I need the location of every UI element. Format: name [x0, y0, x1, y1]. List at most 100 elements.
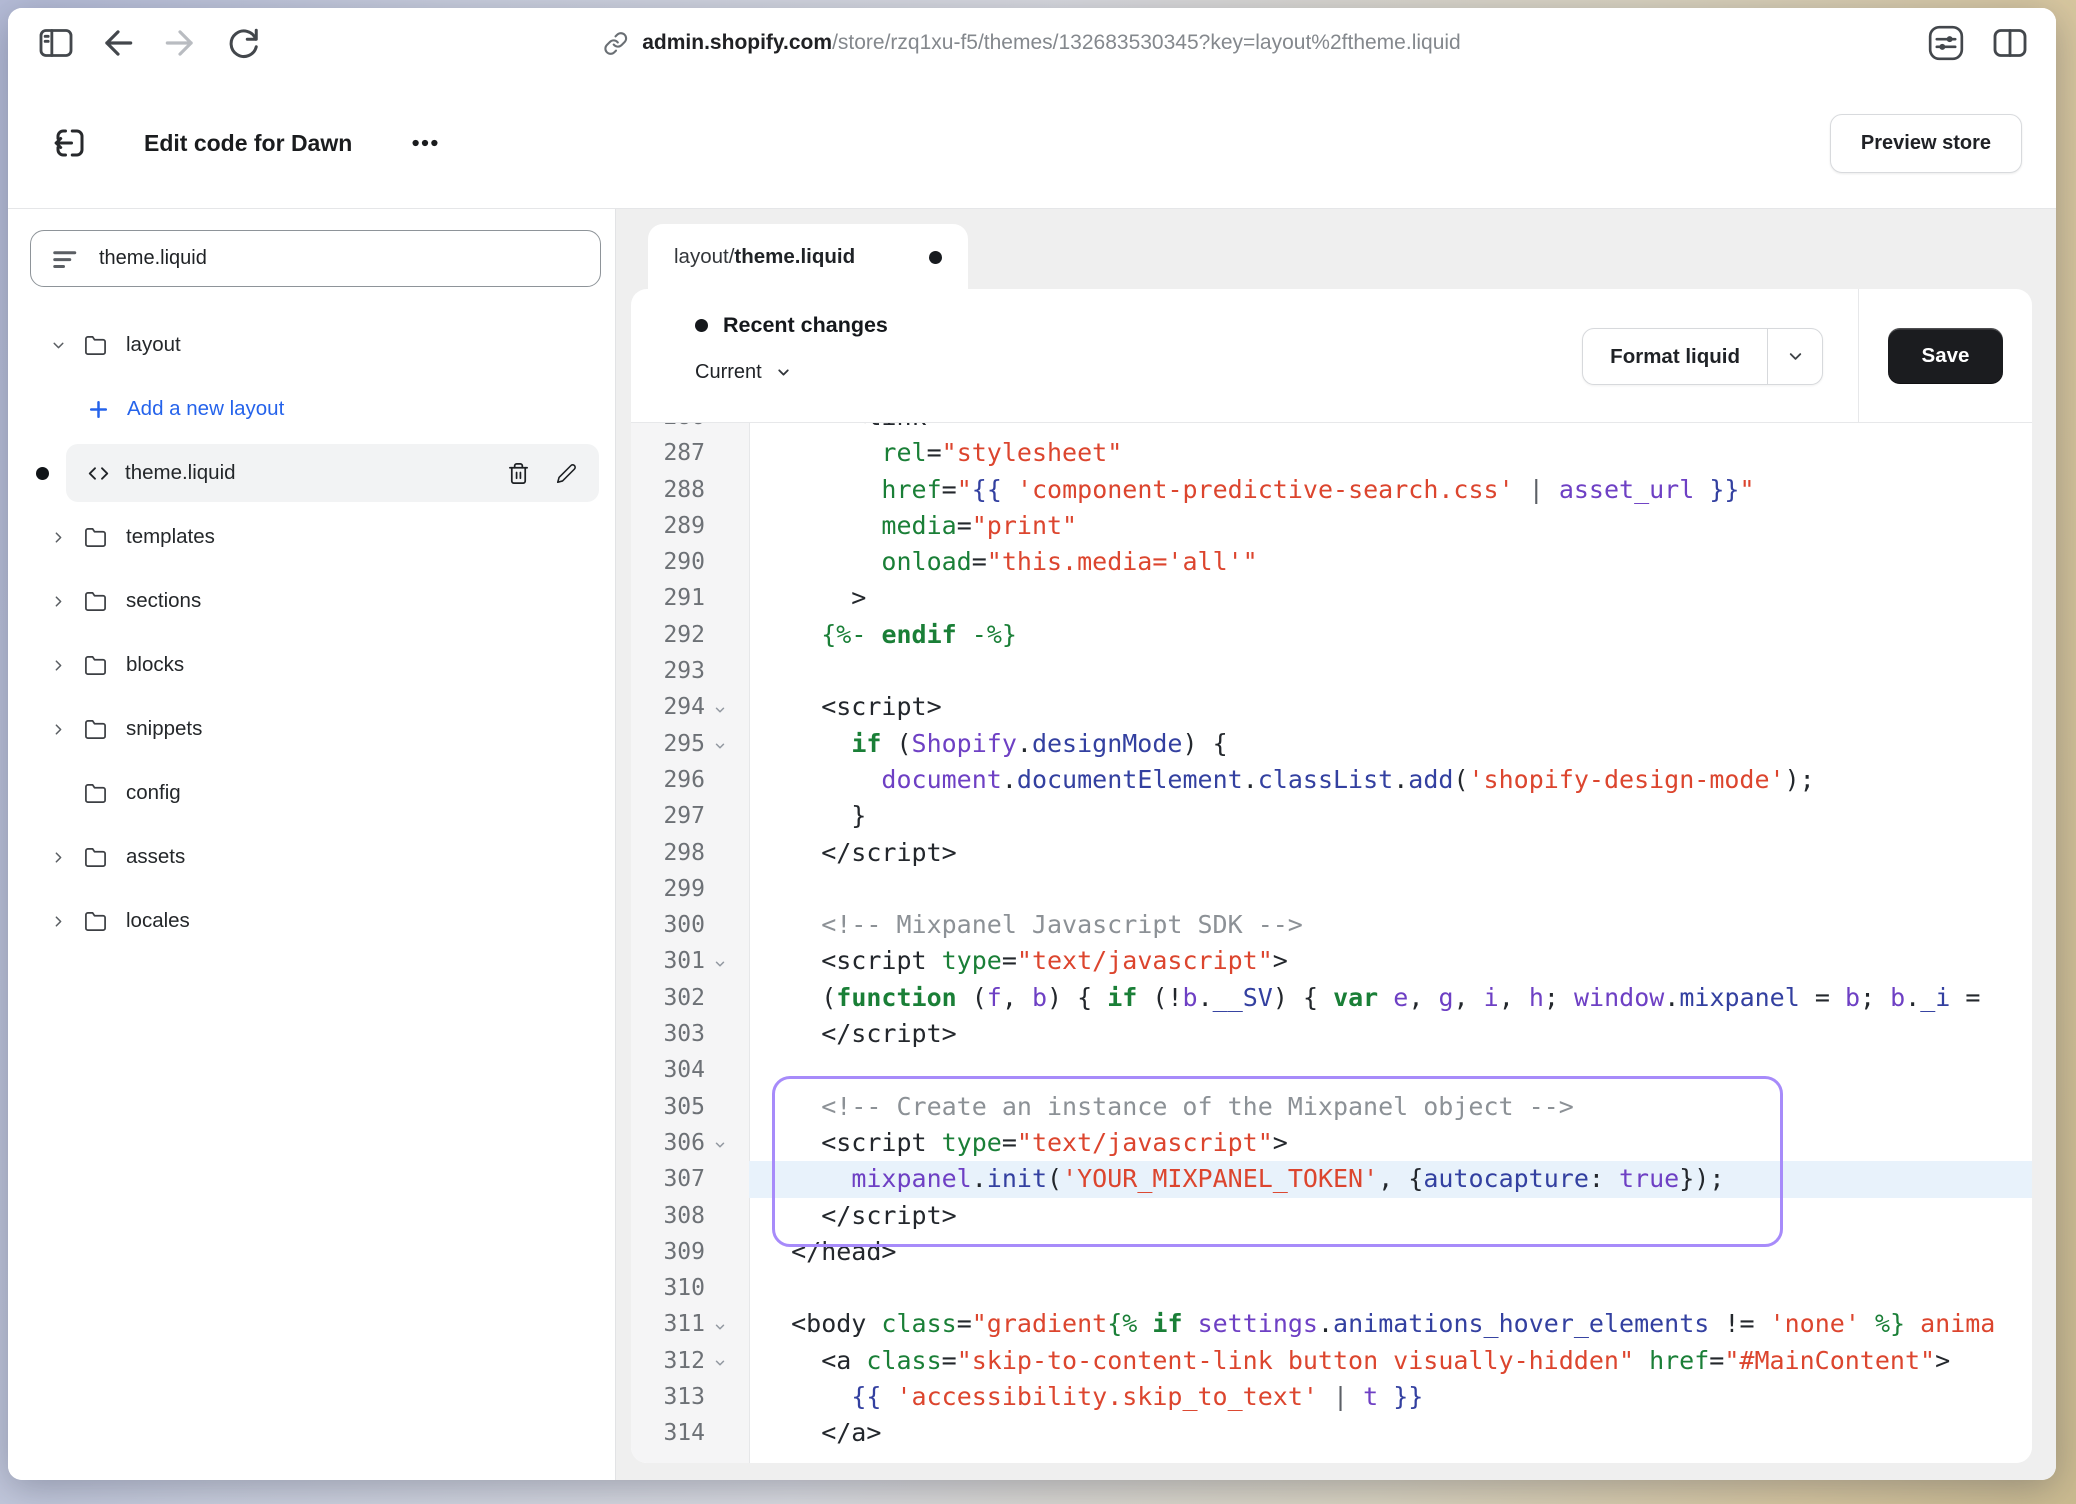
folder-icon	[84, 782, 126, 805]
file-search-box[interactable]	[30, 230, 601, 287]
code-text: <body class="gradient{% if settings.anim…	[749, 1306, 2032, 1342]
format-liquid-button[interactable]: Format liquid	[1582, 328, 1823, 385]
code-line-288[interactable]: 288 href="{{ 'component-predictive-searc…	[631, 472, 2032, 508]
code-line-308[interactable]: 308 </script>	[631, 1198, 2032, 1234]
code-line-302[interactable]: 302 (function (f, b) { if (!b.__SV) { va…	[631, 980, 2032, 1016]
code-line-301[interactable]: 301 <script type="text/javascript">	[631, 943, 2032, 979]
code-text: <script type="text/javascript">	[749, 1125, 2032, 1161]
format-options-chevron-icon[interactable]	[1768, 329, 1822, 384]
browser-settings-icon[interactable]	[1926, 23, 1966, 63]
browser-toolbar: admin.shopify.com/store/rzq1xu-f5/themes…	[8, 8, 2056, 78]
chevron-right-icon[interactable]	[38, 657, 84, 674]
tree-folder-templates[interactable]: templates	[8, 505, 615, 569]
code-editor[interactable]: 286 <link287 rel="stylesheet"288 href="{…	[631, 423, 2032, 1463]
tab-theme-liquid[interactable]: layout/theme.liquid	[648, 224, 968, 290]
code-text: </head>	[749, 1234, 2032, 1270]
code-text: (function (f, b) { if (!b.__SV) { var e,…	[749, 980, 2032, 1016]
code-line-310[interactable]: 310	[631, 1270, 2032, 1306]
code-line-311[interactable]: 311 <body class="gradient{% if settings.…	[631, 1306, 2032, 1342]
code-line-306[interactable]: 306 <script type="text/javascript">	[631, 1125, 2032, 1161]
code-text: </script>	[749, 1198, 2032, 1234]
code-line-299[interactable]: 299	[631, 871, 2032, 907]
code-line-307[interactable]: 307 mixpanel.init('YOUR_MIXPANEL_TOKEN',…	[631, 1161, 2032, 1197]
fold-spacer	[705, 1417, 749, 1453]
rename-file-icon[interactable]	[556, 463, 577, 484]
tree-folder-assets[interactable]: assets	[8, 825, 615, 889]
forward-icon[interactable]	[160, 23, 200, 63]
line-number: 292	[631, 617, 705, 653]
search-input[interactable]	[97, 246, 580, 271]
fold-spacer	[705, 1381, 749, 1417]
code-text: mixpanel.init('YOUR_MIXPANEL_TOKEN', {au…	[749, 1161, 2032, 1197]
code-line-312[interactable]: 312 <a class="skip-to-content-link butto…	[631, 1343, 2032, 1379]
code-line-294[interactable]: 294 <script>	[631, 689, 2032, 725]
reload-icon[interactable]	[222, 23, 262, 63]
code-line-287[interactable]: 287 rel="stylesheet"	[631, 435, 2032, 471]
code-line-297[interactable]: 297 }	[631, 798, 2032, 834]
code-line-286[interactable]: 286 <link	[631, 423, 2032, 435]
split-view-icon[interactable]	[1990, 23, 2030, 63]
code-line-314[interactable]: 314 </a>	[631, 1415, 2032, 1451]
chevron-right-icon[interactable]	[38, 529, 84, 546]
tree-folder-config[interactable]: config	[8, 761, 615, 825]
file-label: theme.liquid	[125, 461, 236, 485]
save-button[interactable]: Save	[1888, 328, 2003, 384]
folder-icon	[84, 846, 126, 869]
file-row[interactable]: theme.liquid	[66, 444, 599, 502]
unsaved-changes-dot	[929, 251, 942, 264]
fold-chevron-icon[interactable]	[705, 1345, 749, 1381]
add-new-layout-link[interactable]: Add a new layout	[8, 377, 615, 441]
fold-chevron-icon[interactable]	[705, 1308, 749, 1344]
chevron-right-icon[interactable]	[38, 721, 84, 738]
address-bar[interactable]: admin.shopify.com/store/rzq1xu-f5/themes…	[603, 8, 1460, 78]
sidebar-toggle-icon[interactable]	[36, 23, 76, 63]
fold-chevron-icon[interactable]	[705, 728, 749, 764]
fold-chevron-icon[interactable]	[705, 1127, 749, 1163]
fold-spacer	[705, 1091, 749, 1127]
code-line-313[interactable]: 313 {{ 'accessibility.skip_to_text' | t …	[631, 1379, 2032, 1415]
tree-folder-layout[interactable]: layout	[8, 313, 615, 377]
folder-label: blocks	[126, 653, 184, 677]
fold-chevron-icon[interactable]	[705, 945, 749, 981]
recent-changes-dot	[695, 319, 708, 332]
delete-file-icon[interactable]	[507, 462, 530, 485]
tree-folder-sections[interactable]: sections	[8, 569, 615, 633]
code-line-303[interactable]: 303 </script>	[631, 1016, 2032, 1052]
back-icon[interactable]	[98, 23, 138, 63]
tree-folder-blocks[interactable]: blocks	[8, 633, 615, 697]
version-dropdown[interactable]: Current	[695, 361, 792, 384]
fold-spacer	[705, 873, 749, 909]
code-line-304[interactable]: 304	[631, 1052, 2032, 1088]
code-line-305[interactable]: 305 <!-- Create an instance of the Mixpa…	[631, 1089, 2032, 1125]
chevron-right-icon[interactable]	[38, 593, 84, 610]
fold-chevron-icon[interactable]	[705, 691, 749, 727]
code-line-296[interactable]: 296 document.documentElement.classList.a…	[631, 762, 2032, 798]
code-line-298[interactable]: 298 </script>	[631, 835, 2032, 871]
fold-spacer	[705, 1236, 749, 1272]
code-line-290[interactable]: 290 onload="this.media='all'"	[631, 544, 2032, 580]
code-line-291[interactable]: 291 >	[631, 580, 2032, 616]
more-actions-icon[interactable]	[410, 128, 440, 158]
code-line-289[interactable]: 289 media="print"	[631, 508, 2032, 544]
code-line-309[interactable]: 309 </head>	[631, 1234, 2032, 1270]
chevron-right-icon[interactable]	[38, 913, 84, 930]
chevron-down-icon[interactable]	[38, 337, 84, 354]
tree-folder-snippets[interactable]: snippets	[8, 697, 615, 761]
code-line-292[interactable]: 292 {%- endif -%}	[631, 617, 2032, 653]
url-path: /store/rzq1xu-f5/themes/132683530345?key…	[832, 31, 1461, 54]
fold-spacer	[705, 423, 749, 437]
folder-label: templates	[126, 525, 215, 549]
file-tree: layoutAdd a new layout theme.liquid templa…	[8, 313, 615, 953]
code-text: {{ 'accessibility.skip_to_text' | t }}	[749, 1379, 2032, 1415]
code-line-293[interactable]: 293	[631, 653, 2032, 689]
code-line-295[interactable]: 295 if (Shopify.designMode) {	[631, 726, 2032, 762]
code-line-300[interactable]: 300 <!-- Mixpanel Javascript SDK -->	[631, 907, 2032, 943]
tree-file-theme.liquid[interactable]: theme.liquid	[8, 441, 615, 505]
code-text: <!-- Create an instance of the Mixpanel …	[749, 1089, 2032, 1125]
exit-code-editor-icon[interactable]	[52, 125, 88, 161]
preview-store-button[interactable]: Preview store	[1830, 114, 2022, 173]
folder-icon	[84, 526, 126, 549]
tree-folder-locales[interactable]: locales	[8, 889, 615, 953]
chevron-right-icon[interactable]	[38, 849, 84, 866]
content-area: layoutAdd a new layout theme.liquid templa…	[8, 209, 2056, 1480]
